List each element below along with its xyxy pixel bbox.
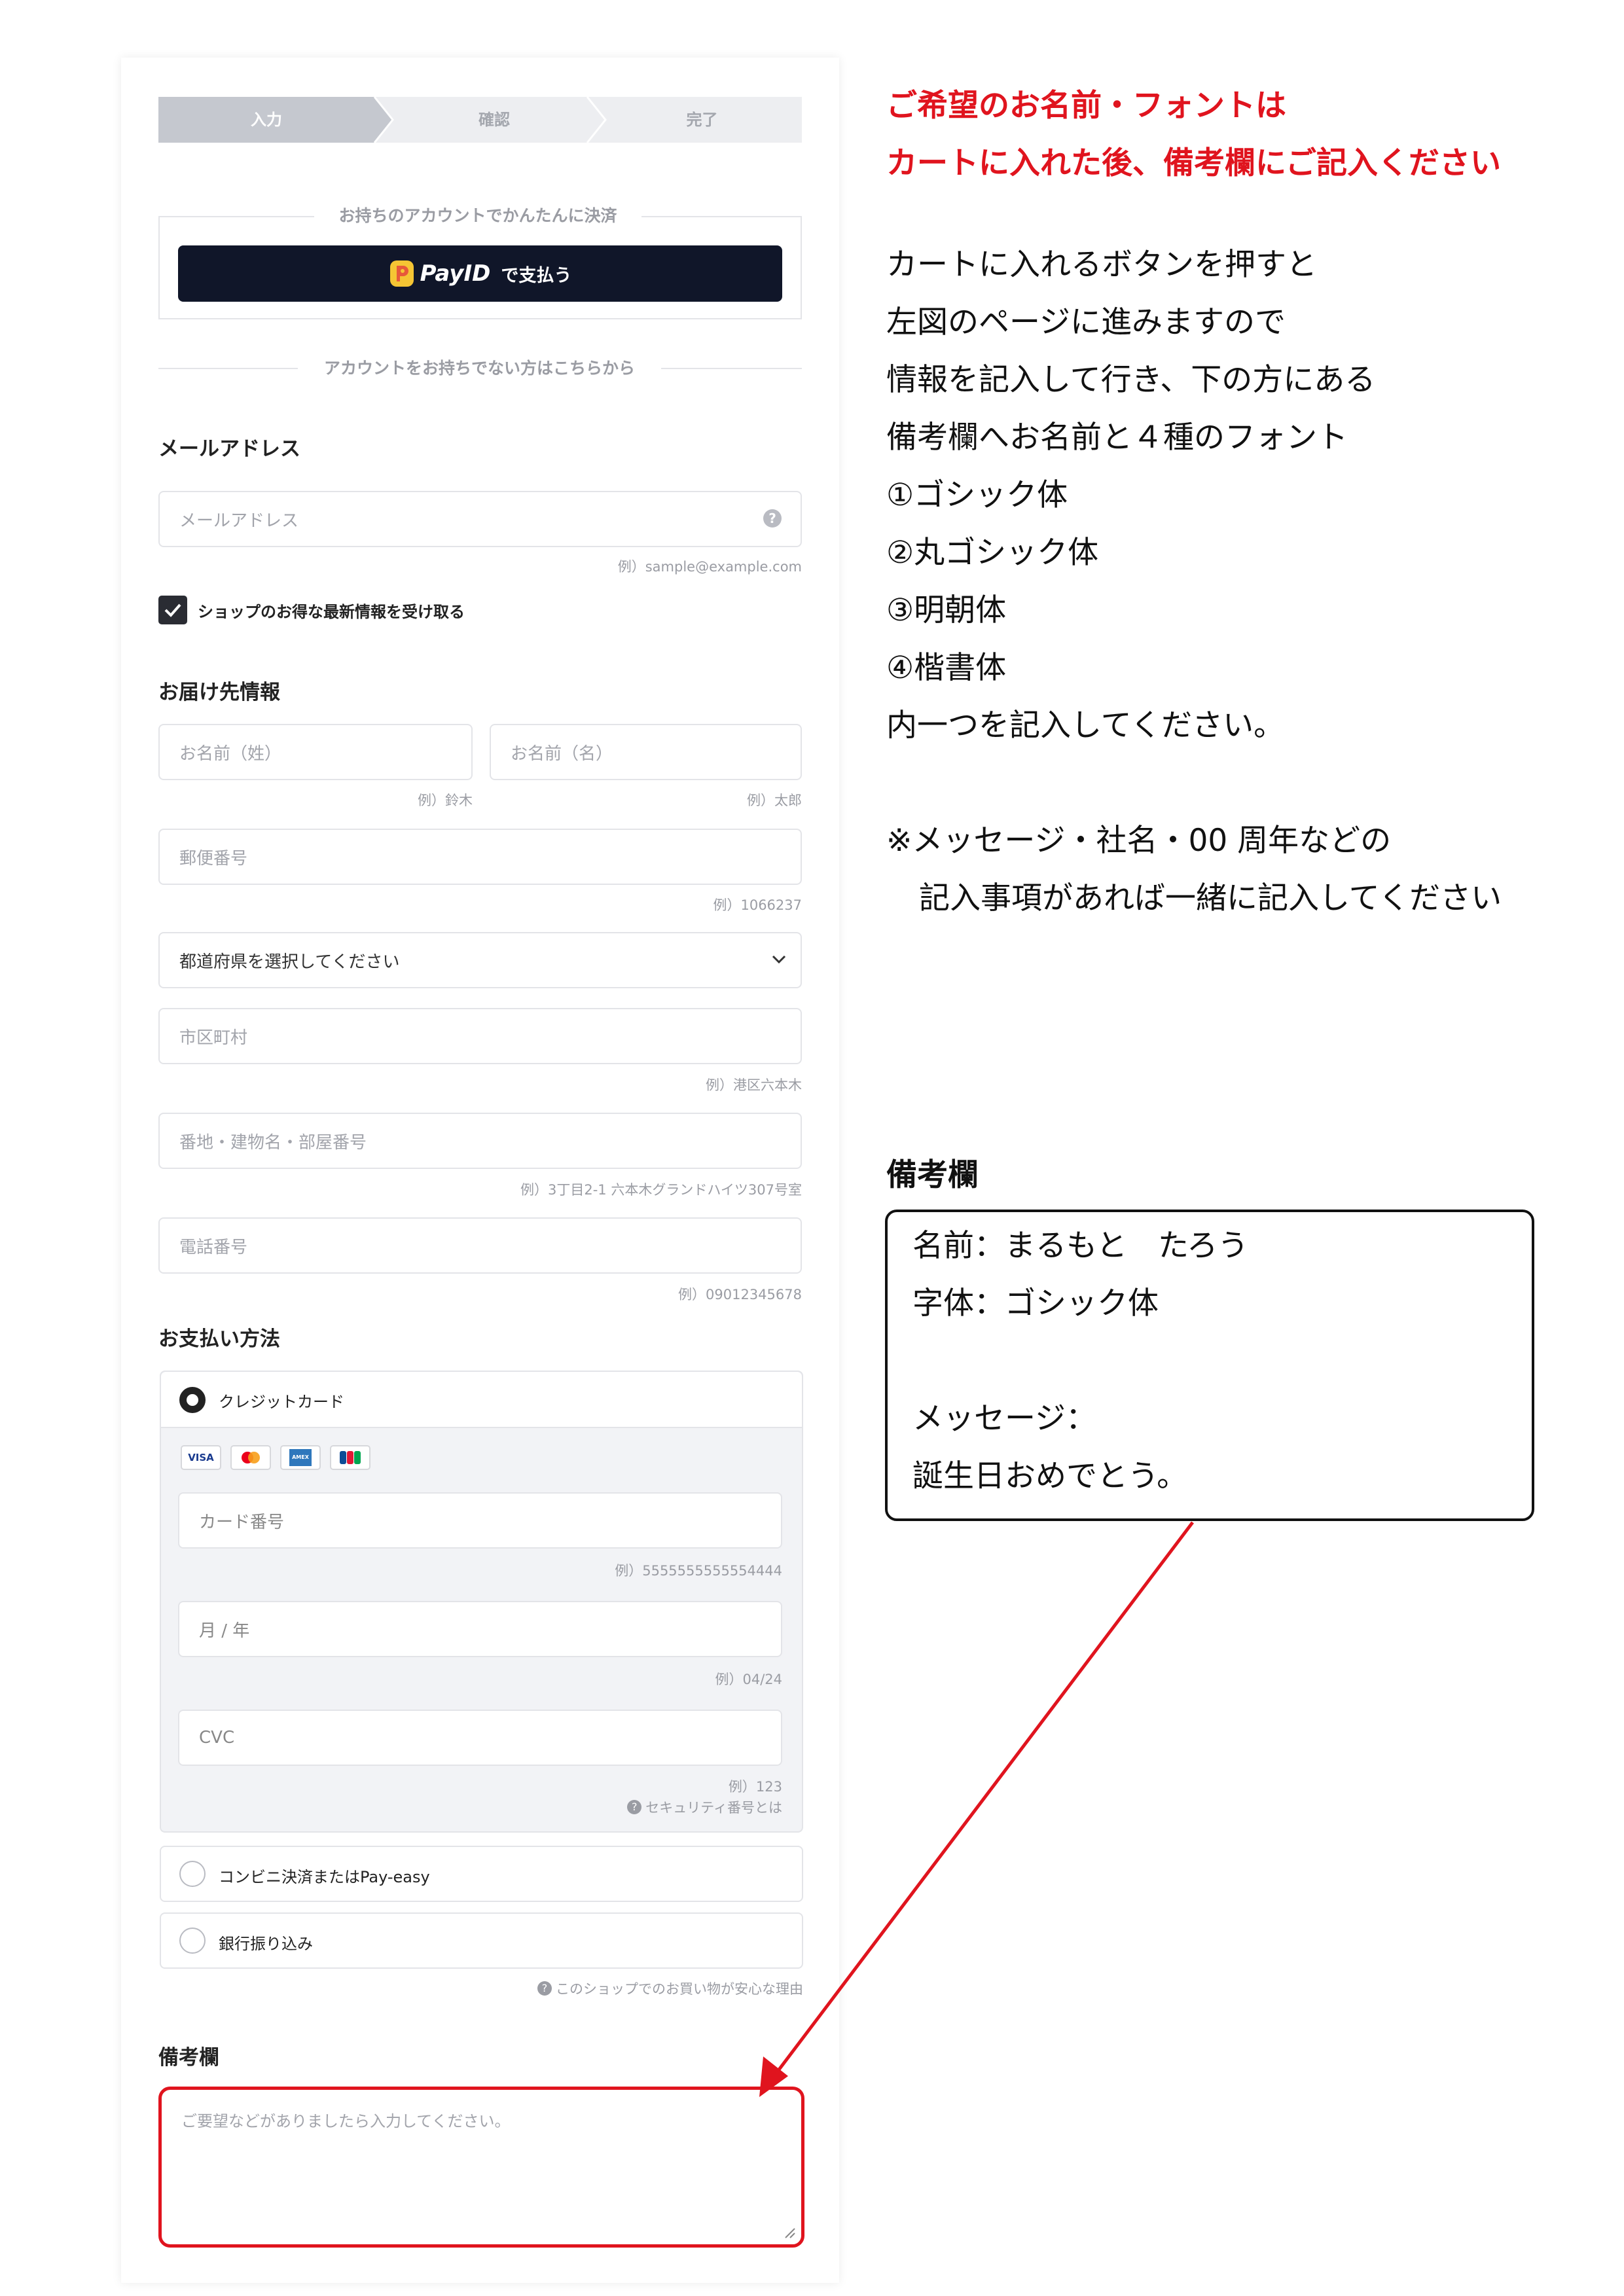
red-arrow-icon [759,1521,1194,2097]
